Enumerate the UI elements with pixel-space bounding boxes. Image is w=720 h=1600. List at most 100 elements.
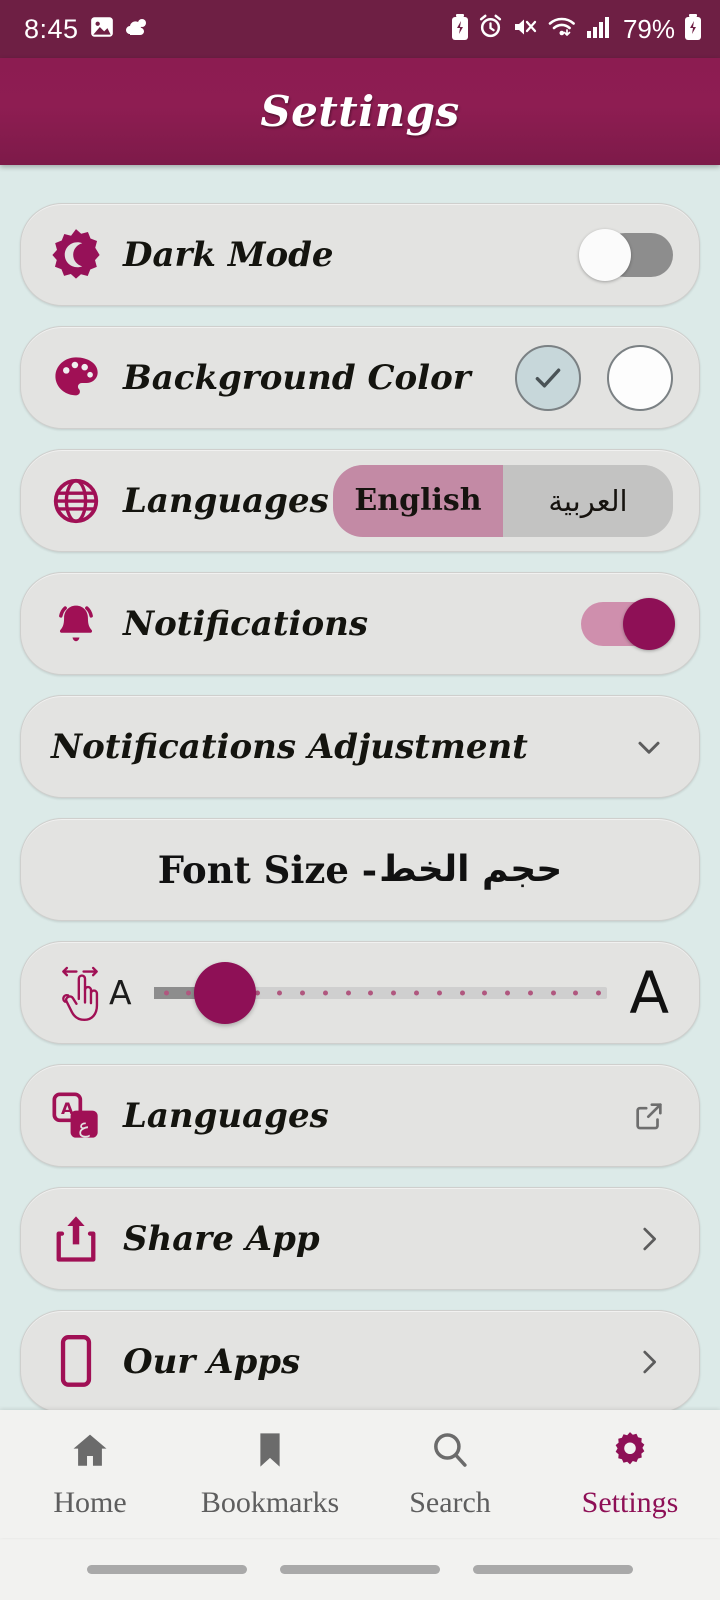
nav-label-search: Search — [409, 1485, 491, 1519]
font-size-label-en: Font Size - — [157, 847, 378, 892]
status-time: 8:45 — [24, 13, 79, 44]
home-icon — [69, 1429, 111, 1476]
font-size-header: Font Size - حجم الخط — [20, 818, 700, 921]
moon-icon — [47, 228, 105, 282]
background-color-swatches[interactable] — [515, 344, 673, 411]
nav-item-settings[interactable]: Settings — [545, 1429, 715, 1520]
slider-tick — [505, 990, 511, 995]
palette-icon — [47, 352, 105, 404]
nav-item-bookmarks[interactable]: Bookmarks — [185, 1429, 355, 1520]
slider-tick — [459, 990, 465, 995]
system-nav-recents[interactable] — [86, 1564, 247, 1574]
slider-tick — [391, 990, 397, 995]
setting-label-share-app: Share App — [123, 1218, 320, 1259]
bottom-navigation: Home Bookmarks Search Settings — [0, 1410, 720, 1538]
nav-label-home: Home — [53, 1485, 127, 1519]
setting-row-share-app[interactable]: Share App — [20, 1187, 700, 1290]
setting-row-languages-link[interactable]: A ع Languages — [20, 1064, 700, 1167]
status-bar: 8:45 79% — [0, 0, 720, 58]
setting-label-notifications-adjustment: Notifications Adjustment — [51, 726, 528, 767]
app-bar: Settings — [0, 58, 720, 165]
slider-tick — [573, 990, 579, 995]
font-size-slider[interactable] — [153, 961, 608, 1024]
system-navigation-bar — [0, 1538, 720, 1600]
slider-tick — [527, 990, 533, 995]
swatch-white[interactable] — [607, 344, 673, 411]
bookmark-icon — [249, 1429, 291, 1476]
chevron-right-icon[interactable] — [625, 1222, 673, 1256]
slider-tick — [277, 990, 283, 995]
setting-row-notifications-adjustment[interactable]: Notifications Adjustment — [20, 695, 700, 798]
bell-icon — [47, 598, 105, 650]
slider-tick — [550, 990, 556, 995]
battery-saver-icon — [451, 13, 469, 45]
notifications-toggle[interactable] — [581, 597, 675, 650]
nav-item-home[interactable]: Home — [5, 1429, 175, 1520]
segment-english[interactable]: English — [333, 464, 503, 537]
font-size-slider-row[interactable]: A A — [20, 941, 700, 1044]
translate-icon: A ع — [47, 1090, 105, 1142]
phone-app-icon — [47, 1334, 105, 1389]
search-icon — [429, 1429, 471, 1476]
chevron-down-icon[interactable] — [625, 729, 673, 765]
font-size-small-label: A — [109, 973, 132, 1012]
setting-row-our-apps[interactable]: Our Apps — [20, 1310, 700, 1410]
wifi-icon — [547, 15, 577, 44]
setting-label-dark-mode: Dark Mode — [123, 234, 334, 275]
nav-item-search[interactable]: Search — [365, 1429, 535, 1520]
nav-label-bookmarks: Bookmarks — [200, 1485, 340, 1519]
setting-row-background-color[interactable]: Background Color — [20, 326, 700, 429]
svg-text:ع: ع — [78, 1114, 90, 1137]
phone-screen: 8:45 79% Settings Dark Mode Background C… — [0, 0, 720, 1600]
slider-tick — [482, 990, 488, 995]
mute-icon — [512, 15, 538, 44]
globe-icon — [47, 474, 105, 528]
setting-label-notifications: Notifications — [123, 603, 368, 644]
external-link-icon[interactable] — [625, 1099, 673, 1133]
slider-tick — [300, 990, 306, 995]
slider-thumb[interactable] — [193, 961, 256, 1024]
segment-arabic[interactable]: العربية — [503, 464, 673, 537]
status-bar-right: 79% — [451, 13, 702, 45]
toggle-knob — [623, 597, 675, 650]
font-size-large-label: A — [629, 958, 669, 1027]
slider-tick — [414, 990, 419, 995]
page-title: Settings — [260, 87, 460, 136]
slider-tick — [345, 990, 351, 995]
setting-label-background-color: Background Color — [123, 357, 471, 398]
battery-percent: 79% — [622, 13, 675, 44]
alarm-icon — [478, 14, 503, 44]
slider-tick — [322, 990, 328, 995]
slider-tick — [186, 990, 192, 995]
language-segmented-control[interactable]: English العربية — [333, 464, 673, 537]
font-size-header-label: Font Size - حجم الخط — [158, 848, 562, 892]
chevron-right-icon[interactable] — [625, 1345, 673, 1379]
slider-tick — [436, 990, 442, 995]
signal-bars-icon — [586, 15, 612, 44]
setting-row-notifications[interactable]: Notifications — [20, 572, 700, 675]
slider-tick — [596, 990, 602, 995]
swipe-hand-icon — [51, 962, 109, 1024]
charging-battery-icon — [684, 13, 702, 45]
share-icon — [47, 1212, 105, 1266]
setting-label-languages-link: Languages — [123, 1095, 329, 1136]
setting-row-dark-mode[interactable]: Dark Mode — [20, 203, 700, 306]
settings-list[interactable]: Dark Mode Background Color Languages Eng… — [0, 165, 720, 1410]
weather-cloud-icon — [125, 16, 151, 43]
slider-tick — [368, 990, 374, 995]
slider-tick — [163, 990, 169, 995]
system-nav-back[interactable] — [473, 1564, 634, 1574]
swatch-mint-selected[interactable] — [515, 344, 581, 411]
setting-row-languages-toggle[interactable]: Languages English العربية — [20, 449, 700, 552]
font-size-label-ar: حجم الخط — [379, 849, 563, 890]
photo-icon — [89, 14, 115, 45]
gear-icon — [609, 1429, 651, 1476]
toggle-knob — [579, 228, 631, 281]
system-nav-home[interactable] — [279, 1564, 440, 1574]
nav-label-settings: Settings — [581, 1485, 679, 1519]
setting-label-languages: Languages — [123, 480, 329, 521]
setting-label-our-apps: Our Apps — [123, 1341, 301, 1382]
check-icon — [535, 368, 561, 387]
dark-mode-toggle[interactable] — [579, 228, 673, 281]
status-bar-left: 8:45 — [24, 14, 151, 45]
